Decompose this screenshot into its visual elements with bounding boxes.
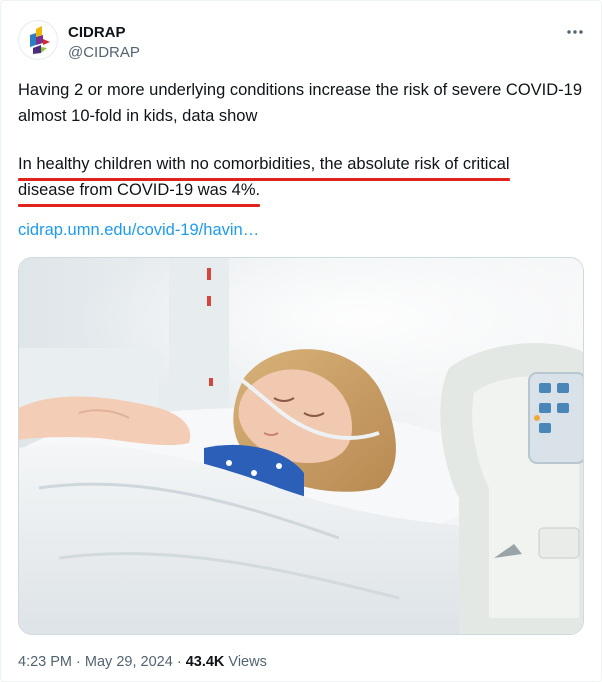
article-link[interactable]: cidrap.umn.edu/covid-19/havin…	[18, 221, 259, 240]
views-count: 43.4K	[185, 654, 225, 670]
author-name[interactable]: CIDRAP	[68, 24, 126, 41]
tweet-meta: 4:23 PM · May 29, 2024 · 43.4K Views	[18, 654, 267, 670]
tweet-card: CIDRAP @CIDRAP Having 2 or more underlyi…	[0, 0, 602, 682]
underlined-line-1: In healthy children with no comorbiditie…	[18, 151, 510, 181]
tweet-time[interactable]: 4:23 PM	[18, 654, 72, 670]
more-options-icon[interactable]	[561, 21, 589, 43]
views-label: Views	[228, 654, 267, 670]
tweet-media-photo[interactable]	[18, 257, 584, 635]
tweet-text-paragraph-2: In healthy children with no comorbiditie…	[18, 151, 584, 207]
tweet-date[interactable]: May 29, 2024	[85, 654, 173, 670]
red-underline	[18, 204, 261, 207]
avatar[interactable]	[18, 20, 58, 60]
meta-separator: ·	[176, 654, 182, 670]
meta-separator: ·	[76, 654, 81, 670]
tweet-text-paragraph-1: Having 2 or more underlying conditions i…	[18, 81, 583, 125]
underlined-line-2: disease from COVID-19 was 4%.	[18, 177, 261, 207]
paragraph-2-line-2: disease from COVID-19 was 4%.	[18, 181, 261, 199]
paragraph-2-line-1: In healthy children with no comorbiditie…	[18, 155, 510, 173]
cidrap-logo-icon	[30, 26, 50, 54]
sleeping-child-hospital-bed-photo	[19, 258, 583, 634]
author-handle[interactable]: @CIDRAP	[68, 44, 140, 61]
